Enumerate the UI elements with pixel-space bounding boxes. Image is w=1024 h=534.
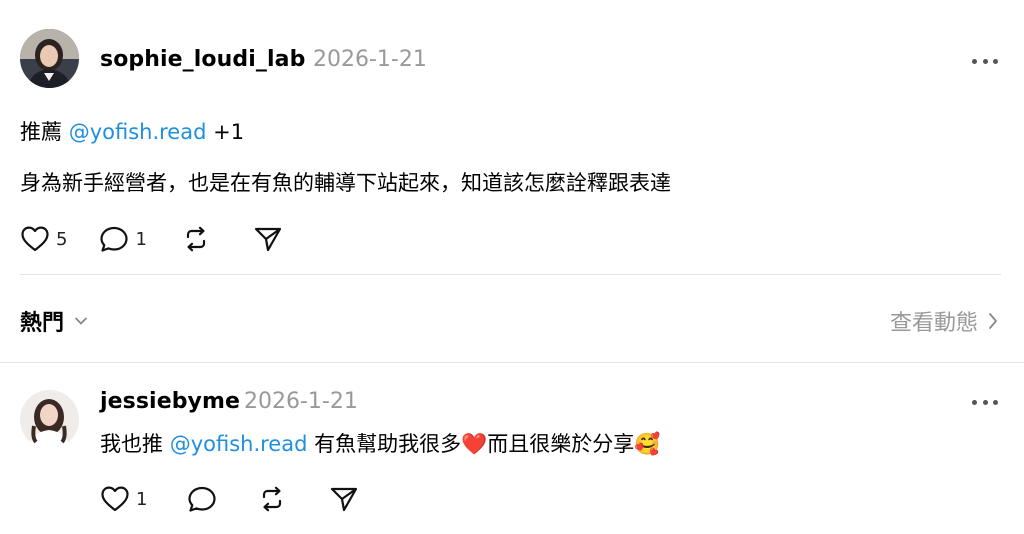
send-icon (254, 227, 282, 252)
mention-link[interactable]: @yofish.read (170, 432, 308, 456)
view-activity-label: 查看動態 (889, 311, 978, 336)
reply-count: 1 (135, 228, 147, 250)
view-activity-link[interactable]: 查看動態 (890, 305, 998, 337)
post-text-suffix: +1 (206, 120, 245, 144)
avatar[interactable] (20, 390, 79, 449)
share-button[interactable] (253, 225, 283, 253)
comment-icon (100, 226, 129, 252)
chevron-right-icon (989, 313, 997, 329)
repost-icon (263, 486, 282, 512)
divider (0, 362, 1024, 363)
repost-button[interactable] (257, 485, 287, 513)
mention-link[interactable]: @yofish.read (69, 120, 207, 144)
share-button[interactable] (329, 485, 359, 513)
send-icon (331, 487, 358, 512)
sort-dropdown[interactable]: 熱門 (20, 305, 88, 337)
smiling-face-emoji: 🥰 (634, 432, 661, 456)
avatar-image (20, 390, 79, 449)
reply-text: 我也推 @yofish.read 有魚幫助我很多❤️而且很樂於分享🥰 (100, 428, 660, 458)
heart-icon (101, 486, 129, 512)
like-button[interactable]: 1 (100, 485, 147, 513)
avatar-image (20, 29, 79, 88)
reply-date[interactable]: 2026-1-21 (244, 389, 358, 414)
comment-icon (188, 486, 217, 512)
reply-actions: 1 (100, 485, 359, 513)
post-username[interactable]: sophie_loudi_lab (100, 47, 305, 72)
repost-icon (186, 226, 206, 252)
reply-text-prefix: 我也推 (100, 432, 170, 456)
post-actions: 5 1 (20, 225, 283, 253)
post-date[interactable]: 2026-1-21 (313, 47, 427, 72)
post-text-prefix: 推薦 (20, 120, 69, 144)
heart-icon (21, 226, 49, 252)
sort-label: 熱門 (20, 311, 65, 336)
reply-text-after-heart: 而且很樂於分享 (487, 432, 635, 456)
heart-emoji: ❤️ (461, 432, 488, 456)
repost-button[interactable] (181, 225, 211, 253)
post-text-line-2: 身為新手經營者，也是在有魚的輔導下站起來，知道該怎麼詮釋跟表達 (20, 171, 671, 195)
divider (20, 274, 1001, 275)
reply-text-middle: 有魚幫助我很多 (307, 432, 462, 456)
like-count: 1 (136, 488, 148, 510)
more-icon[interactable] (972, 398, 998, 406)
reply-button[interactable]: 1 (99, 225, 147, 253)
more-icon[interactable] (972, 57, 998, 65)
chevron-down-icon (75, 317, 87, 325)
avatar[interactable] (20, 29, 79, 88)
like-button[interactable]: 5 (20, 225, 67, 253)
reply-username[interactable]: jessiebyme (100, 389, 240, 414)
like-count: 5 (56, 228, 68, 250)
post-text-line-1: 推薦 @yofish.read +1 (20, 116, 244, 146)
reply-button[interactable] (187, 485, 217, 513)
